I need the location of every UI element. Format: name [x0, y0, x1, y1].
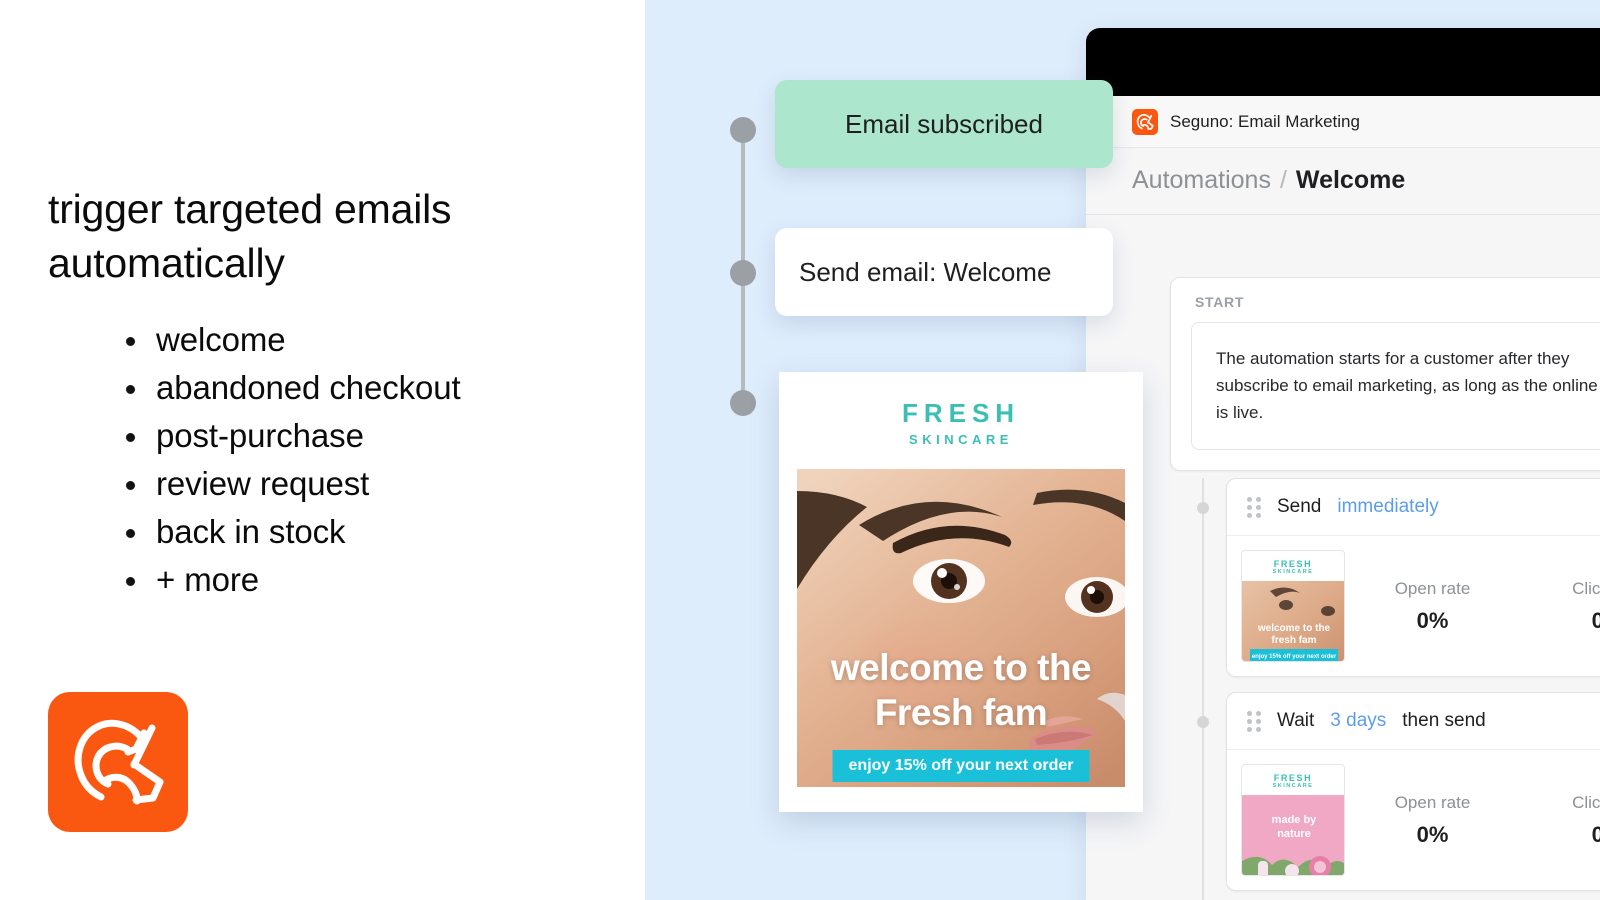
step-card[interactable]: Send immediately FRESH SKINCARE welcome …: [1226, 478, 1600, 677]
list-item: abandoned checkout: [120, 364, 640, 412]
step-timing-link[interactable]: immediately: [1337, 496, 1438, 518]
email-thumbnail[interactable]: FRESH SKINCARE made by nature: [1241, 764, 1345, 876]
email-brand-logo: FRESH SKINCARE: [779, 372, 1143, 446]
list-item: review request: [120, 460, 640, 508]
thumbnail-logo: FRESH SKINCARE: [1242, 765, 1344, 790]
flow-chip-trigger: Email subscribed: [775, 80, 1113, 168]
app-titlebar: Seguno: Email Marketing: [1086, 96, 1600, 148]
thumbnail-artwork: made by nature: [1242, 795, 1344, 875]
metric-click-rate: Click rate 0%: [1520, 793, 1600, 848]
metric-label: Click rate: [1572, 792, 1600, 812]
metric-value: 0%: [1416, 607, 1449, 633]
step-header[interactable]: Wait 3 days then send: [1227, 693, 1600, 750]
step-node-dot: [1197, 716, 1209, 728]
thumbnail-logo-sub: SKINCARE: [1272, 783, 1314, 790]
automation-step-2: Wait 3 days then send FRESH SKINCARE mad…: [1197, 692, 1600, 900]
step-node-dot: [1197, 502, 1209, 514]
breadcrumb-separator: /: [1279, 165, 1287, 194]
svg-text:nature: nature: [1277, 828, 1311, 840]
breadcrumb: Automations / Welcome: [1132, 148, 1405, 212]
step-suffix-label: then send: [1402, 710, 1486, 731]
start-card: START The automation starts for a custom…: [1170, 277, 1600, 471]
list-item: + more: [120, 556, 640, 604]
start-description: The automation starts for a customer aft…: [1191, 322, 1600, 450]
list-item: welcome: [120, 316, 640, 364]
feature-bullet-list: welcome abandoned checkout post-purchase…: [120, 316, 640, 604]
drag-handle-icon[interactable]: [1247, 496, 1261, 518]
metric-click-rate: Click rate 0%: [1520, 579, 1600, 634]
flow-node-dot: [730, 260, 756, 286]
svg-text:fresh fam: fresh fam: [1271, 635, 1316, 646]
thumbnail-logo: FRESH SKINCARE: [1242, 551, 1344, 576]
flow-trigger-label: Email subscribed: [845, 108, 1043, 139]
thumbnail-logo-main: FRESH: [1273, 559, 1313, 569]
email-cta-banner: enjoy 15% off your next order: [832, 750, 1090, 782]
step-prefix-label: Wait: [1277, 710, 1315, 731]
app-name-label: Seguno: Email Marketing: [1170, 111, 1360, 131]
svg-text:made by: made by: [1272, 814, 1318, 826]
step-header[interactable]: Send immediately: [1227, 479, 1600, 536]
metric-value: 0%: [1520, 608, 1600, 634]
automation-step-1: Send immediately FRESH SKINCARE welcome …: [1197, 478, 1600, 708]
breadcrumb-current: Welcome: [1295, 165, 1406, 194]
metric-label: Open rate: [1394, 792, 1471, 812]
metric-value: 0%: [1520, 822, 1600, 848]
thumbnail-artwork: welcome to the fresh fam enjoy 15% off y…: [1242, 581, 1344, 661]
email-logo-main: FRESH: [901, 398, 1021, 428]
metric-label: Click rate: [1572, 578, 1600, 598]
metric-label: Open rate: [1394, 578, 1471, 598]
product-screenshot-composition: Seguno: Email Marketing Automations / We…: [645, 0, 1600, 900]
app-window: Seguno: Email Marketing Automations / We…: [1086, 28, 1600, 900]
step-body: FRESH SKINCARE made by nature Open rate …: [1227, 750, 1600, 890]
step-metrics: Open rate 0% Click rate 0%: [1345, 536, 1600, 676]
email-logo-sub: SKINCARE: [909, 432, 1013, 447]
flow-action-label: Send email: Welcome: [799, 256, 1052, 287]
marketing-panel: trigger targeted emails automatically we…: [0, 0, 645, 900]
thumbnail-logo-sub: SKINCARE: [1272, 569, 1314, 576]
email-preview-card: FRESH SKINCARE welcome to the Fresh fam …: [779, 372, 1143, 812]
step-body: FRESH SKINCARE welcome to the fresh fam …: [1227, 536, 1600, 676]
step-prefix-label: Send: [1277, 496, 1322, 517]
email-headline: welcome to the Fresh fam: [830, 647, 1092, 734]
svg-text:welcome to the: welcome to the: [1257, 623, 1331, 634]
page-headline: trigger targeted emails automatically: [48, 186, 452, 287]
start-label: START: [1195, 294, 1245, 310]
seguno-unicorn-icon: [48, 692, 188, 832]
step-metrics: Open rate 0% Click rate 0%: [1345, 750, 1600, 890]
email-thumbnail[interactable]: FRESH SKINCARE welcome to the fresh fam …: [1241, 550, 1345, 662]
divider: [1086, 214, 1600, 215]
flow-chip-action: Send email: Welcome: [775, 228, 1113, 316]
flow-node-dot: [730, 117, 756, 143]
seguno-unicorn-icon: [1132, 108, 1158, 135]
step-card[interactable]: Wait 3 days then send FRESH SKINCARE mad…: [1226, 692, 1600, 891]
browser-topbar: [1086, 28, 1600, 96]
email-hero-image: welcome to the Fresh fam enjoy 15% off y…: [797, 469, 1125, 787]
thumbnail-logo-main: FRESH: [1273, 773, 1313, 783]
metric-value: 0%: [1416, 821, 1449, 847]
metric-open-rate: Open rate 0%: [1345, 793, 1520, 848]
flow-node-dot: [730, 390, 756, 416]
step-timing-link[interactable]: 3 days: [1330, 710, 1386, 732]
drag-handle-icon[interactable]: [1247, 710, 1261, 732]
list-item: post-purchase: [120, 412, 640, 460]
svg-text:enjoy 15% off your next order: enjoy 15% off your next order: [1252, 654, 1337, 660]
list-item: back in stock: [120, 508, 640, 556]
breadcrumb-parent-link[interactable]: Automations: [1132, 166, 1271, 195]
metric-open-rate: Open rate 0%: [1345, 579, 1520, 634]
